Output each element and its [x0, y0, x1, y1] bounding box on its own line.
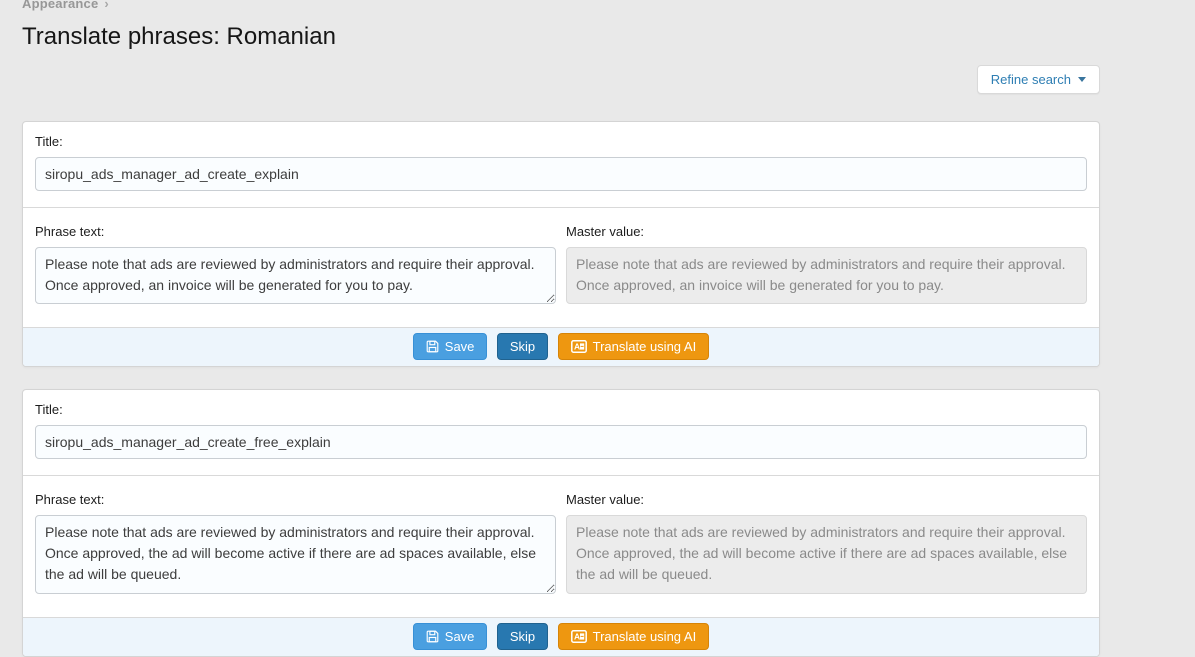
- translate-icon: A: [571, 630, 587, 643]
- translate-icon: A: [571, 340, 587, 353]
- action-bar: Save Skip A Translate using AI: [23, 617, 1099, 656]
- translation-row: Phrase text: Please note that ads are re…: [23, 207, 1099, 327]
- skip-button[interactable]: Skip: [497, 333, 548, 360]
- breadcrumb: Appearance ›: [22, 0, 1100, 11]
- save-button-label: Save: [445, 629, 475, 644]
- master-value-textarea: Please note that ads are reviewed by adm…: [566, 247, 1087, 304]
- phrase-title-input[interactable]: [35, 425, 1087, 459]
- title-row: Title:: [23, 390, 1099, 475]
- master-value-label: Master value:: [566, 224, 1087, 239]
- breadcrumb-separator-icon: ›: [104, 0, 109, 11]
- save-button[interactable]: Save: [413, 333, 488, 360]
- refine-search-label: Refine search: [991, 72, 1071, 87]
- refine-search-button[interactable]: Refine search: [977, 65, 1100, 94]
- page-content: Appearance› Translate phrases: Romanian …: [22, 0, 1100, 657]
- toolbar: Refine search: [22, 65, 1100, 94]
- translation-row: Phrase text: Please note that ads are re…: [23, 475, 1099, 617]
- skip-button-label: Skip: [510, 339, 535, 354]
- title-label: Title:: [35, 402, 1087, 417]
- page-title: Translate phrases: Romanian: [22, 23, 1100, 51]
- svg-text:A: A: [574, 342, 580, 352]
- phrase-text-label: Phrase text:: [35, 492, 556, 507]
- breadcrumb-item-appearance[interactable]: Appearance: [22, 0, 98, 11]
- save-floppy-icon: [426, 630, 439, 643]
- phrase-card-1: Title: Phrase text: Please note that ads…: [22, 121, 1100, 367]
- save-button[interactable]: Save: [413, 623, 488, 650]
- svg-text:A: A: [574, 632, 580, 642]
- translate-ai-button[interactable]: A Translate using AI: [558, 333, 710, 360]
- save-button-label: Save: [445, 339, 475, 354]
- chevron-down-icon: [1078, 77, 1086, 82]
- phrase-text-column: Phrase text: Please note that ads are re…: [35, 224, 556, 309]
- phrase-text-textarea[interactable]: Please note that ads are reviewed by adm…: [35, 247, 556, 304]
- phrase-text-column: Phrase text: Please note that ads are re…: [35, 492, 556, 599]
- phrase-text-textarea[interactable]: Please note that ads are reviewed by adm…: [35, 515, 556, 594]
- translate-ai-button-label: Translate using AI: [593, 629, 697, 644]
- master-value-column: Master value: Please note that ads are r…: [566, 492, 1087, 599]
- master-value-textarea: Please note that ads are reviewed by adm…: [566, 515, 1087, 594]
- master-value-column: Master value: Please note that ads are r…: [566, 224, 1087, 309]
- title-label: Title:: [35, 134, 1087, 149]
- translate-ai-button-label: Translate using AI: [593, 339, 697, 354]
- action-bar: Save Skip A Translate using AI: [23, 327, 1099, 366]
- title-row: Title:: [23, 122, 1099, 207]
- phrase-card-2: Title: Phrase text: Please note that ads…: [22, 389, 1100, 657]
- phrase-text-label: Phrase text:: [35, 224, 556, 239]
- skip-button[interactable]: Skip: [497, 623, 548, 650]
- skip-button-label: Skip: [510, 629, 535, 644]
- phrase-title-input[interactable]: [35, 157, 1087, 191]
- translate-ai-button[interactable]: A Translate using AI: [558, 623, 710, 650]
- master-value-label: Master value:: [566, 492, 1087, 507]
- save-floppy-icon: [426, 340, 439, 353]
